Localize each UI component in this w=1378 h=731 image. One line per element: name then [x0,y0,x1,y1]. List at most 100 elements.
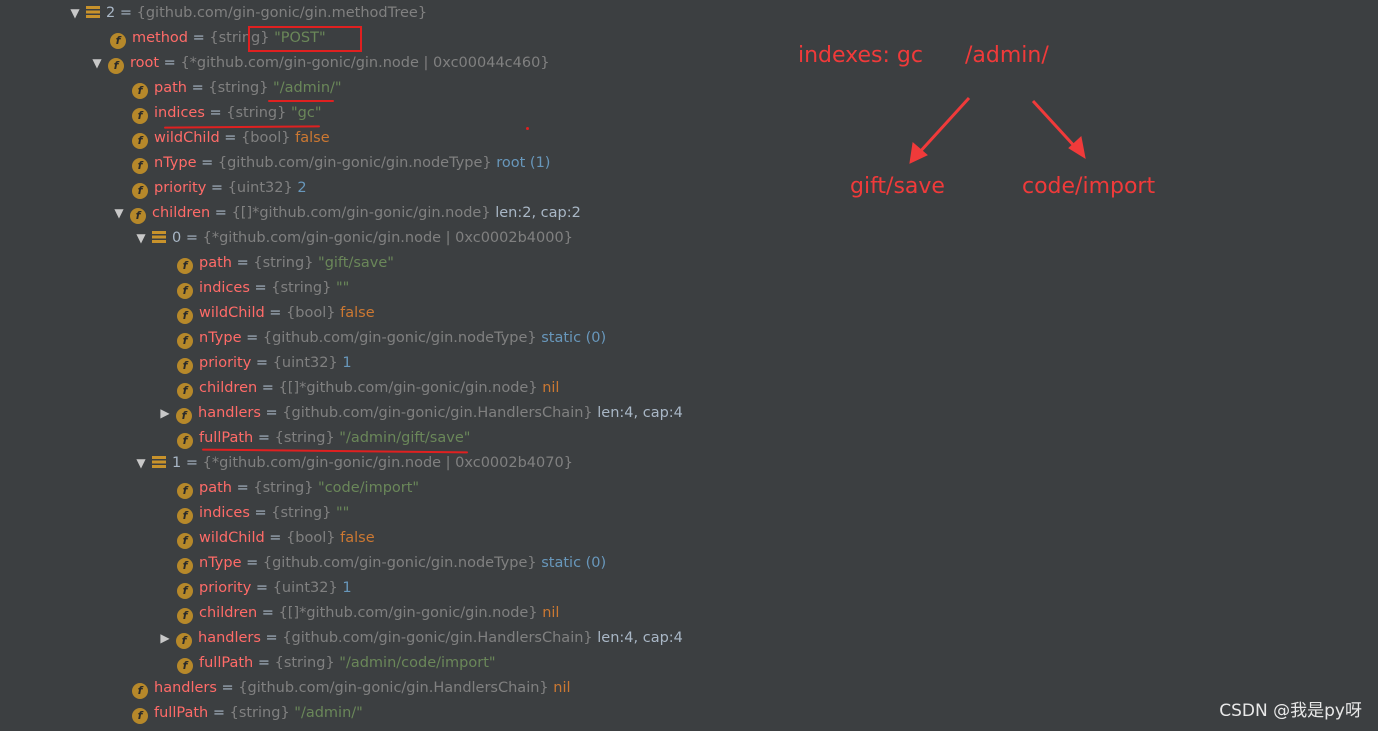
variable-value: "code/import" [318,480,420,496]
variable-name: children [152,205,211,221]
equals-sign: = [249,505,272,521]
field-icon: f [177,508,193,524]
variable-type: {[]*github.com/gin-gonic/gin.node} [278,380,538,396]
equals-sign: = [181,455,203,471]
expanded-arrow-icon[interactable]: ▼ [64,1,86,26]
variable-name: handlers [198,405,261,421]
arrow-left-icon [909,96,971,164]
annotation-indexes: indexes: gc [798,43,923,68]
tree-row[interactable]: f fullPath = {string} "/admin/gift/save" [177,426,470,451]
tree-row[interactable]: f handlers = {github.com/gin-gonic/gin.Ha… [132,676,571,701]
expanded-arrow-icon[interactable]: ▼ [130,451,152,476]
variable-type: {uint32} [272,580,338,596]
equals-sign: = [241,555,263,571]
variable-name: wildChild [199,305,265,321]
equals-sign: = [253,655,275,671]
field-icon: f [130,208,146,224]
expanded-arrow-icon[interactable]: ▼ [86,51,108,76]
equals-sign: = [249,280,272,296]
variable-name: priority [199,355,252,371]
variable-type: {bool} [241,130,291,146]
variable-value: 1 [342,580,352,596]
tree-row[interactable]: f fullPath = {string} "/admin/" [132,701,363,726]
variable-name: indices [199,280,250,296]
tree-row[interactable]: f nType = {github.com/gin-gonic/gin.nodeT… [177,551,606,576]
field-icon: f [177,258,193,274]
equals-sign: = [208,705,230,721]
variable-type: {*github.com/gin-gonic/gin.node | 0xc000… [202,230,573,246]
variable-type: {string} [226,105,287,121]
equals-sign: = [159,55,181,71]
array-element-icon [86,6,100,18]
tree-row[interactable]: f wildChild = {bool} false [132,126,330,151]
equals-sign: = [181,230,203,246]
equals-sign: = [231,480,254,496]
variable-value: nil [542,380,560,396]
variable-type: {*github.com/gin-gonic/gin.node | 0xc000… [202,455,573,471]
tree-row[interactable]: f priority = {uint32} 1 [177,576,352,601]
tree-row[interactable]: f fullPath = {string} "/admin/code/import… [177,651,496,676]
expanded-arrow-icon[interactable]: ▼ [108,201,130,226]
debugger-variables-panel: ▼ 2 = {github.com/gin-gonic/gin.methodTre… [0,0,1378,731]
variable-name: children [199,380,258,396]
tree-row[interactable]: f indices = {string} "gc" [132,101,321,126]
tree-row[interactable]: f path = {string} "gift/save" [177,251,394,276]
tree-row[interactable]: f indices = {string} "" [177,276,349,301]
equals-sign: = [231,255,254,271]
equals-sign: = [241,330,263,346]
tree-row[interactable]: f children = {[]*github.com/gin-gonic/gin… [177,376,559,401]
variable-type: {string} [271,505,332,521]
tree-row[interactable]: f path = {string} "/admin/" [132,76,342,101]
variable-type: {string} [274,655,335,671]
tree-row[interactable]: ▼ 2 = {github.com/gin-gonic/gin.methodTre… [64,1,427,26]
tree-row[interactable]: ▼ 0 = {*github.com/gin-gonic/gin.node | 0… [130,226,573,251]
tree-row[interactable]: ▼ f root = {*github.com/gin-gonic/gin.node… [86,51,550,76]
annotation-left-child: gift/save [850,174,945,199]
tree-row[interactable]: f nType = {github.com/gin-gonic/gin.nodeT… [177,326,606,351]
tree-row[interactable]: f children = {[]*github.com/gin-gonic/gin… [177,601,559,626]
tree-row[interactable]: f nType = {github.com/gin-gonic/gin.nodeT… [132,151,550,176]
tree-row[interactable]: f priority = {uint32} 1 [177,351,352,376]
variable-name: priority [199,580,252,596]
equals-sign: = [210,205,232,221]
collapsed-arrow-icon[interactable]: ▶ [154,626,176,651]
variable-type: {github.com/gin-gonic/gin.nodeType} [262,555,537,571]
variable-type: {uint32} [272,355,338,371]
tree-row[interactable]: f indices = {string} "" [177,501,349,526]
tree-row[interactable]: f priority = {uint32} 2 [132,176,307,201]
variable-name: handlers [154,680,217,696]
tree-row[interactable]: f wildChild = {bool} false [177,301,375,326]
variable-value: 2 [297,180,307,196]
variable-name: wildChild [154,130,220,146]
field-icon: f [176,408,192,424]
equals-sign: = [188,30,210,46]
watermark: CSDN @我是py呀 [1219,701,1362,721]
variable-value: static (0) [541,330,607,346]
variables-tree: ▼ 2 = {github.com/gin-gonic/gin.methodTre… [0,0,760,731]
variable-name: wildChild [199,530,265,546]
array-element-icon [152,456,166,468]
variable-value: "/admin/gift/save" [339,430,471,446]
tree-row[interactable]: ▶ f handlers = {github.com/gin-gonic/gin.H… [154,401,683,426]
stray-mark [526,127,529,130]
tree-row[interactable]: f wildChild = {bool} false [177,526,375,551]
field-icon: f [132,183,148,199]
variable-type: {bool} [286,530,336,546]
variable-value: "/admin/code/import" [339,655,496,671]
field-icon: f [176,633,192,649]
variable-name: nType [154,155,197,171]
annotation-right-child: code/import [1022,174,1156,199]
collapsed-arrow-icon[interactable]: ▶ [154,401,176,426]
tree-row[interactable]: f path = {string} "code/import" [177,476,419,501]
field-icon: f [177,608,193,624]
field-icon: f [177,658,193,674]
slice-len-cap: len:4, cap:4 [597,630,683,646]
variable-value: nil [542,605,560,621]
tree-row[interactable]: ▼ f children = {[]*github.com/gin-gonic/gi… [108,201,581,226]
tree-row[interactable]: ▶ f handlers = {github.com/gin-gonic/gin.H… [154,626,683,651]
expanded-arrow-icon[interactable]: ▼ [130,226,152,251]
variable-type: {string} [229,705,290,721]
equals-sign: = [257,380,279,396]
variable-type: {github.com/gin-gonic/gin.nodeType} [217,155,492,171]
tree-row[interactable]: ▼ 1 = {*github.com/gin-gonic/gin.node | 0… [130,451,573,476]
